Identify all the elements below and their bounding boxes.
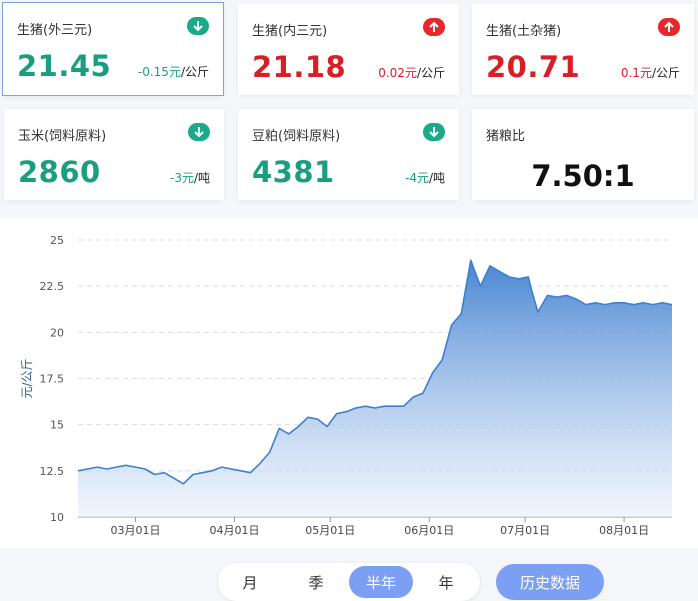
y-tick-label: 10 <box>50 511 64 524</box>
card-title: 玉米(饲料原料) <box>18 129 107 144</box>
y-tick-label: 15 <box>50 419 64 432</box>
card-change: -4元/吨 <box>405 169 445 186</box>
series-area <box>78 260 672 517</box>
tab-quarter[interactable]: 季 <box>284 566 348 598</box>
card-change: 0.1元/公斤 <box>621 64 680 81</box>
arrow-down-icon <box>187 17 209 35</box>
y-axis-label: 元/公斤 <box>20 358 34 398</box>
change-unit: /公斤 <box>651 66 680 80</box>
price-card-tuzazhu[interactable]: 生猪(土杂猪) 20.71 0.1元/公斤 <box>472 4 694 95</box>
change-unit: /公斤 <box>180 65 209 79</box>
y-tick-label: 25 <box>50 234 64 247</box>
arrow-down-icon <box>423 123 445 141</box>
x-tick-label: 07月01日 <box>500 524 550 537</box>
change-amount: -3元 <box>169 171 194 185</box>
arrow-up-icon <box>423 18 445 36</box>
card-title: 生猪(内三元) <box>252 24 328 39</box>
price-chart-svg: 10 12.5 15 17.5 20 22.5 25 03月01日 04月01日 05月01日 06… <box>20 234 673 537</box>
x-tick-label: 05月01日 <box>305 524 355 537</box>
y-tick-label: 20 <box>50 326 64 339</box>
change-amount: 0.1元 <box>620 66 652 80</box>
period-tabs: 月 季 半年 年 <box>218 563 480 601</box>
tab-year[interactable]: 年 <box>414 566 478 598</box>
y-tick-label: 22.5 <box>40 280 65 293</box>
change-amount: -4元 <box>404 171 429 185</box>
change-unit: /吨 <box>428 171 445 185</box>
y-tick-label: 17.5 <box>40 373 65 386</box>
card-value: 2860 <box>18 155 101 189</box>
arrow-down-icon <box>188 123 210 141</box>
card-value: 4381 <box>252 155 335 189</box>
ratio-value: 7.50:1 <box>531 159 635 193</box>
card-change: -0.15元/公斤 <box>138 63 209 80</box>
change-amount: 0.02元 <box>378 66 417 80</box>
x-tick-label: 04月01日 <box>209 524 259 537</box>
card-title: 豆粕(饲料原料) <box>252 129 341 144</box>
price-chart: 10 12.5 15 17.5 20 22.5 25 03月01日 04月01日 05月01日 06… <box>0 218 698 548</box>
arrow-up-icon <box>658 18 680 36</box>
x-tick-label: 03月01日 <box>110 524 160 537</box>
x-tick-label: 08月01日 <box>599 524 649 537</box>
price-card-yumi[interactable]: 玉米(饲料原料) 2860 -3元/吨 <box>4 109 224 200</box>
card-title: 猪粮比 <box>486 129 526 144</box>
card-value: 21.18 <box>252 50 347 84</box>
tab-half-year[interactable]: 半年 <box>349 566 413 598</box>
x-tick-label: 06月01日 <box>404 524 454 537</box>
change-unit: /公斤 <box>416 66 445 80</box>
price-card-waisanyuan[interactable]: 生猪(外三元) 21.45 -0.15元/公斤 <box>2 2 224 96</box>
change-amount: -0.15元 <box>137 65 181 79</box>
card-change: 0.02元/公斤 <box>378 64 445 81</box>
change-unit: /吨 <box>193 171 210 185</box>
card-title: 生猪(土杂猪) <box>486 24 562 39</box>
card-change: -3元/吨 <box>170 169 210 186</box>
card-title: 生猪(外三元) <box>17 23 93 38</box>
price-card-neisanyuan[interactable]: 生猪(内三元) 21.18 0.02元/公斤 <box>238 4 459 95</box>
price-card-zhuliangbi[interactable]: 猪粮比 7.50:1 <box>472 109 694 200</box>
card-value: 21.45 <box>17 49 112 83</box>
card-value: 20.71 <box>486 50 581 84</box>
history-data-button[interactable]: 历史数据 <box>496 564 604 600</box>
y-tick-label: 12.5 <box>40 465 65 478</box>
price-card-doupo[interactable]: 豆粕(饲料原料) 4381 -4元/吨 <box>238 109 459 200</box>
tab-month[interactable]: 月 <box>218 566 282 598</box>
